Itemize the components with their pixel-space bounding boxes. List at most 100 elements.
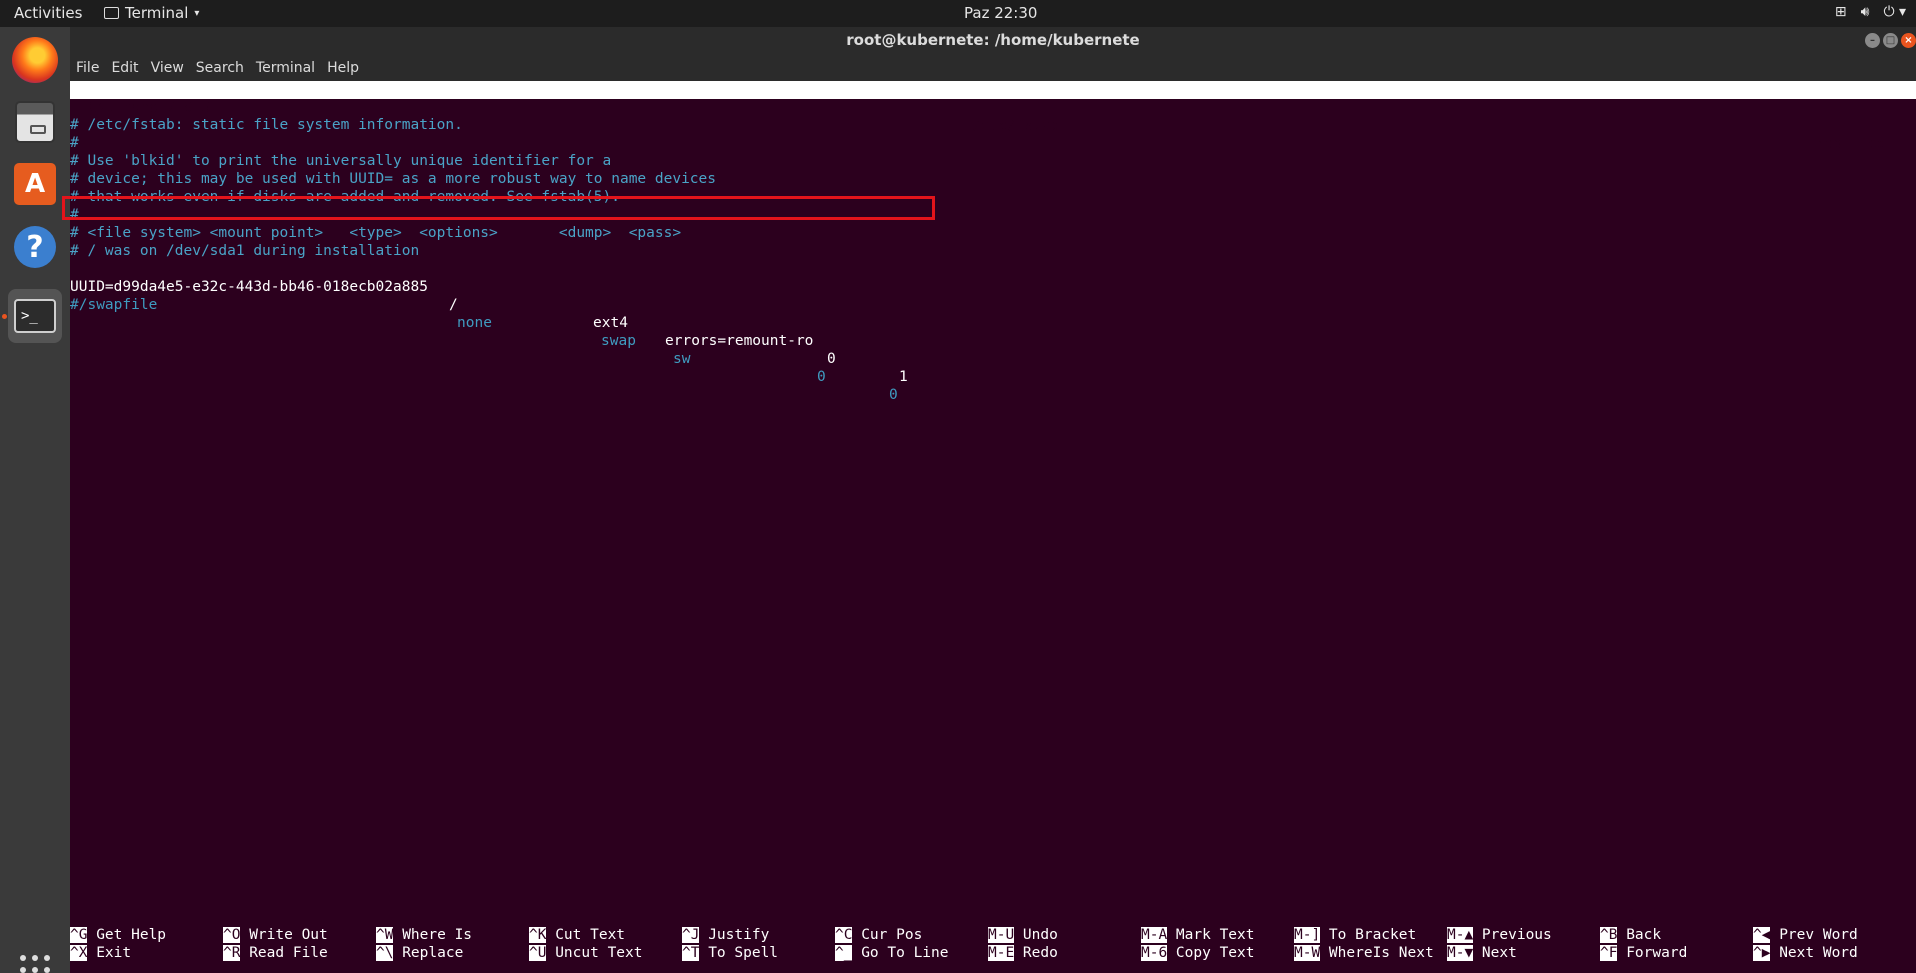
highlight-box <box>62 196 935 220</box>
files-icon <box>15 101 55 143</box>
files-launcher[interactable] <box>8 95 62 149</box>
shortcut-key: ^▶ <box>1753 945 1771 961</box>
shortcut-item[interactable]: ^J Justify <box>682 926 769 944</box>
window-title-bar[interactable]: root@kubernete: /home/kubernete – □ × <box>70 27 1916 54</box>
minimize-icon[interactable]: – <box>1865 33 1880 48</box>
volume-icon[interactable]: 🔊︎ <box>1861 4 1870 20</box>
shortcut-label: To Bracket <box>1320 927 1417 943</box>
shortcut-key: ^U <box>529 945 547 961</box>
shortcut-key: M-▼ <box>1447 945 1474 961</box>
shortcut-label: Write Out <box>240 927 328 943</box>
system-tray[interactable]: ⊞ 🔊︎ ⏻ ▾ <box>1835 4 1906 20</box>
show-applications-icon[interactable] <box>20 955 50 973</box>
shortcut-key: ^◀ <box>1753 927 1771 943</box>
shortcut-item[interactable]: ^C Cur Pos <box>835 926 922 944</box>
shortcut-label: Cur Pos <box>852 927 923 943</box>
shortcut-item[interactable]: ^T To Spell <box>682 944 778 962</box>
active-indicator <box>2 314 7 319</box>
mount-field: none <box>457 315 492 331</box>
shortcut-item[interactable]: M-A Mark Text <box>1141 926 1255 944</box>
shortcut-key: M-W <box>1294 945 1321 961</box>
swap-entry-line[interactable]: #/swapfile none swap sw 0 0 <box>70 278 910 403</box>
shortcut-label: Replace <box>393 945 464 961</box>
dump-field: 0 <box>817 369 826 385</box>
shortcut-item[interactable]: ^O Write Out <box>223 926 328 944</box>
file-line[interactable]: # /etc/fstab: static file system informa… <box>70 116 463 134</box>
file-line[interactable]: # device; this may be used with UUID= as… <box>70 170 716 188</box>
shortcut-item[interactable]: ^U Uncut Text <box>529 944 643 962</box>
activities-button[interactable]: Activities <box>14 4 82 22</box>
shortcut-item[interactable]: M-W WhereIs Next <box>1294 944 1434 962</box>
shortcut-item[interactable]: ^X Exit <box>70 944 131 962</box>
shortcut-label: Copy Text <box>1167 945 1255 961</box>
menu-file[interactable]: File <box>76 60 99 76</box>
terminal-icon: >_ <box>14 299 56 333</box>
shortcut-key: ^X <box>70 945 88 961</box>
clock[interactable]: Paz 22:30 <box>964 4 1037 22</box>
shortcut-item[interactable]: M-E Redo <box>988 944 1058 962</box>
close-icon[interactable]: × <box>1901 33 1916 48</box>
shortcut-key: M-U <box>988 927 1015 943</box>
shortcut-item[interactable]: M-U Undo <box>988 926 1058 944</box>
firefox-launcher[interactable] <box>8 33 62 87</box>
shortcut-item[interactable]: ^\ Replace <box>376 944 463 962</box>
file-line[interactable]: # Use 'blkid' to print the universally u… <box>70 152 611 170</box>
shortcut-item[interactable]: ^G Get Help <box>70 926 166 944</box>
network-icon[interactable]: ⊞ <box>1835 4 1847 20</box>
nano-filename: /etc/fstab <box>972 118 1060 134</box>
shortcut-item[interactable]: M-6 Copy Text <box>1141 944 1255 962</box>
shortcut-label: Cut Text <box>546 927 626 943</box>
shortcut-label: Where Is <box>393 927 473 943</box>
file-line[interactable]: # / was on /dev/sda1 during installation <box>70 242 419 260</box>
shortcut-label: Previous <box>1473 927 1552 943</box>
file-line[interactable]: # <file system> <mount point> <type> <op… <box>70 224 681 242</box>
uuid-entry-line[interactable]: UUID=d99da4e5-e32c-443d-bb46-018ecb02a88… <box>70 260 910 385</box>
shortcut-item[interactable]: ^B Back <box>1600 926 1661 944</box>
shortcut-label: To Spell <box>699 945 779 961</box>
pass-field: 1 <box>899 369 908 385</box>
shortcut-key: ^T <box>682 945 700 961</box>
shortcut-key: ^J <box>682 927 700 943</box>
nano-status: Modified <box>1816 136 1886 152</box>
shortcut-item[interactable]: ^◀ Prev Word <box>1753 926 1858 944</box>
menu-terminal[interactable]: Terminal <box>256 60 315 76</box>
shortcut-item[interactable]: ^F Forward <box>1600 944 1687 962</box>
shortcut-item[interactable]: ^K Cut Text <box>529 926 625 944</box>
menu-edit[interactable]: Edit <box>111 60 138 76</box>
app-menu[interactable]: Terminal ▾ <box>104 4 199 22</box>
shortcut-item[interactable]: ^_ Go To Line <box>835 944 949 962</box>
menu-view[interactable]: View <box>151 60 184 76</box>
shortcut-key: ^B <box>1600 927 1618 943</box>
help-launcher[interactable]: ? <box>8 220 62 274</box>
shortcut-item[interactable]: M-▼ Next <box>1447 944 1517 962</box>
maximize-icon[interactable]: □ <box>1883 33 1898 48</box>
shortcut-label: Prev Word <box>1770 927 1858 943</box>
shortcut-key: ^R <box>223 945 241 961</box>
shortcut-key: ^_ <box>835 945 853 961</box>
shortcut-label: Mark Text <box>1167 927 1255 943</box>
pass-field: 0 <box>889 387 898 403</box>
power-icon[interactable]: ⏻ ▾ <box>1883 4 1906 20</box>
type-field: ext4 <box>593 315 628 331</box>
shortcut-key: ^O <box>223 927 241 943</box>
file-line[interactable]: # <box>70 134 79 152</box>
shortcut-item[interactable]: ^W Where Is <box>376 926 472 944</box>
software-launcher[interactable]: A <box>8 157 62 211</box>
shortcut-item[interactable]: ^▶ Next Word <box>1753 944 1858 962</box>
terminal-launcher[interactable]: >_ <box>8 289 62 343</box>
shortcut-label: Undo <box>1014 927 1058 943</box>
shortcut-label: Next <box>1473 945 1517 961</box>
help-icon: ? <box>14 226 56 268</box>
menu-help[interactable]: Help <box>327 60 359 76</box>
shortcut-label: Back <box>1617 927 1662 943</box>
shortcut-key: ^F <box>1600 945 1618 961</box>
shortcut-label: Redo <box>1014 945 1058 961</box>
menu-search[interactable]: Search <box>196 60 244 76</box>
shortcut-label: Justify <box>699 927 770 943</box>
shortcut-label: Exit <box>87 945 132 961</box>
top-bar: Activities Terminal ▾ Paz 22:30 ⊞ 🔊︎ ⏻ ▾ <box>0 0 1916 27</box>
shortcut-item[interactable]: M-] To Bracket <box>1294 926 1416 944</box>
shortcut-label: Go To Line <box>852 945 949 961</box>
shortcut-item[interactable]: M-▲ Previous <box>1447 926 1552 944</box>
shortcut-item[interactable]: ^R Read File <box>223 944 328 962</box>
